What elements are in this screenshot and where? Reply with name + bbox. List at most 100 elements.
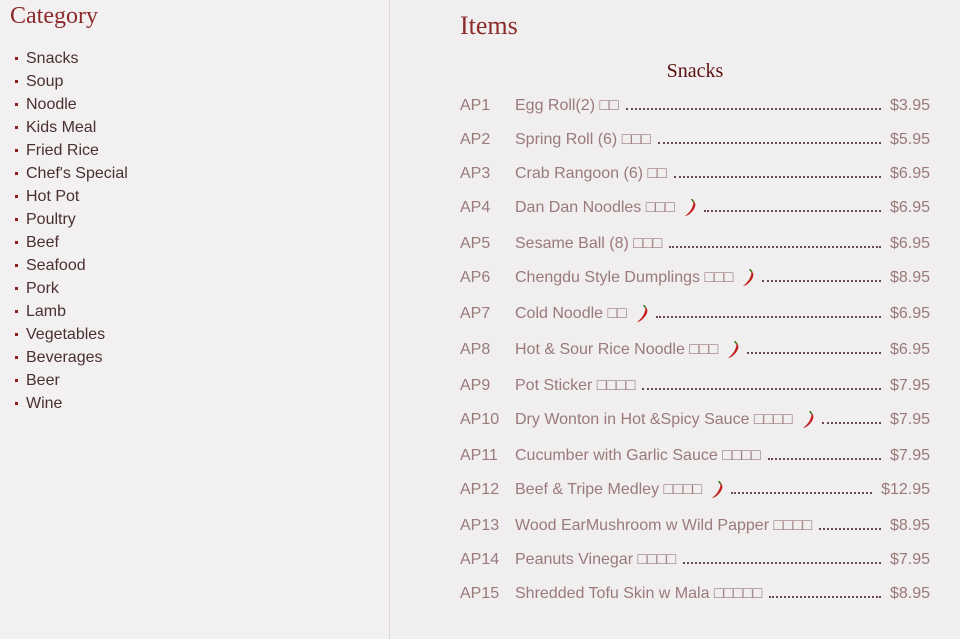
dot-leader (703, 210, 881, 212)
item-code: AP13 (460, 517, 500, 534)
item-price: $5.95 (889, 131, 930, 148)
dot-leader (747, 352, 881, 354)
category-item-kids-meal[interactable]: Kids Meal (14, 116, 128, 139)
category-item-vegetables[interactable]: Vegetables (14, 323, 128, 346)
item-name: Wood EarMushroom w Wild Papper □□□□ (515, 517, 813, 534)
category-item-beef[interactable]: Beef (14, 231, 128, 254)
chili-pepper-icon (710, 480, 724, 500)
menu-item-row[interactable]: AP5 Sesame Ball (8) □□□ $6.95 (460, 232, 930, 256)
item-name: Egg Roll(2) □□ (515, 97, 619, 114)
dot-leader (642, 388, 881, 390)
item-name: Hot & Sour Rice Noodle □□□ (515, 341, 719, 358)
category-item-seafood[interactable]: Seafood (14, 254, 128, 277)
category-item-poultry[interactable]: Poultry (14, 208, 128, 231)
menu-item-row[interactable]: AP9 Pot Sticker □□□□ $7.95 (460, 374, 930, 398)
item-name: Dan Dan Noodles □□□ (515, 199, 675, 216)
menu-item-row[interactable]: AP7 Cold Noodle □□ $6.95 (460, 302, 930, 326)
item-price: $7.95 (889, 447, 930, 464)
item-price: $8.95 (889, 517, 930, 534)
chili-pepper-icon (726, 340, 740, 360)
category-sidebar: Category Snacks Soup Noodle Kids Meal Fr… (0, 0, 390, 639)
item-code: AP3 (460, 165, 491, 182)
item-price: $6.95 (889, 341, 930, 358)
menu-item-row[interactable]: AP15 Shredded Tofu Skin w Mala □□□□□ $8.95 (460, 582, 930, 606)
items-heading: Items (460, 11, 518, 40)
category-list: Snacks Soup Noodle Kids Meal Fried Rice … (14, 47, 128, 415)
menu-item-row[interactable]: AP1 Egg Roll(2) □□ $3.95 (460, 94, 930, 118)
items-panel: Items Snacks AP1 Egg Roll(2) □□ $3.95 AP2 Sp… (390, 0, 960, 639)
category-item-hot-pot[interactable]: Hot Pot (14, 185, 128, 208)
item-code: AP1 (460, 97, 491, 114)
item-name: Crab Rangoon (6) □□ (515, 165, 667, 182)
menu-item-row[interactable]: AP2 Spring Roll (6) □□□ $5.95 (460, 128, 930, 152)
category-item-chefs-special[interactable]: Chef's Special (14, 162, 128, 185)
item-name: Chengdu Style Dumplings □□□ (515, 269, 734, 286)
item-price: $7.95 (889, 411, 930, 428)
item-price: $3.95 (889, 97, 930, 114)
menu-item-row[interactable]: AP12 Beef & Tripe Medley □□□□ $12.95 (460, 478, 930, 502)
item-code: AP11 (460, 447, 498, 464)
dot-leader (819, 528, 881, 530)
dot-leader (821, 422, 881, 424)
chili-pepper-icon (741, 268, 755, 288)
item-price: $6.95 (889, 165, 930, 182)
dot-leader (731, 492, 873, 494)
section-title: Snacks (666, 60, 724, 82)
dot-leader (655, 316, 881, 318)
item-code: AP15 (460, 585, 500, 602)
item-code: AP7 (460, 305, 491, 322)
dot-leader (762, 280, 881, 282)
item-name: Dry Wonton in Hot &Spicy Sauce □□□□ (515, 411, 793, 428)
dot-leader (673, 176, 881, 178)
item-code: AP4 (460, 199, 491, 216)
menu-item-row[interactable]: AP3 Crab Rangoon (6) □□ $6.95 (460, 162, 930, 186)
dot-leader (657, 142, 881, 144)
chili-pepper-icon (683, 198, 697, 218)
category-item-beer[interactable]: Beer (14, 369, 128, 392)
category-item-beverages[interactable]: Beverages (14, 346, 128, 369)
dot-leader (683, 562, 881, 564)
category-item-noodle[interactable]: Noodle (14, 93, 128, 116)
item-name: Pot Sticker □□□□ (515, 377, 636, 394)
item-name: Cold Noodle □□ (515, 305, 627, 322)
item-price: $6.95 (889, 305, 930, 322)
category-item-snacks[interactable]: Snacks (14, 47, 128, 70)
item-name: Sesame Ball (8) □□□ (515, 235, 663, 252)
category-item-soup[interactable]: Soup (14, 70, 128, 93)
item-price: $7.95 (889, 377, 930, 394)
menu-item-row[interactable]: AP11 Cucumber with Garlic Sauce □□□□ $7.95 (460, 444, 930, 468)
menu-item-row[interactable]: AP14 Peanuts Vinegar □□□□ $7.95 (460, 548, 930, 572)
item-code: AP10 (460, 411, 500, 428)
item-price: $7.95 (889, 551, 930, 568)
category-item-wine[interactable]: Wine (14, 392, 128, 415)
item-name: Peanuts Vinegar □□□□ (515, 551, 677, 568)
item-price: $8.95 (889, 269, 930, 286)
category-item-fried-rice[interactable]: Fried Rice (14, 139, 128, 162)
item-code: AP8 (460, 341, 491, 358)
item-code: AP9 (460, 377, 491, 394)
menu-item-row[interactable]: AP6 Chengdu Style Dumplings □□□ $8.95 (460, 266, 930, 290)
item-price: $6.95 (889, 235, 930, 252)
menu-item-row[interactable]: AP13 Wood EarMushroom w Wild Papper □□□□ $… (460, 514, 930, 538)
category-heading: Category (10, 3, 98, 29)
item-code: AP5 (460, 235, 491, 252)
dot-leader (769, 596, 881, 598)
item-name: Beef & Tripe Medley □□□□ (515, 481, 703, 498)
chili-pepper-icon (635, 304, 649, 324)
item-price: $8.95 (889, 585, 930, 602)
menu-item-row[interactable]: AP10 Dry Wonton in Hot &Spicy Sauce □□□□ $… (460, 408, 930, 432)
chili-pepper-icon (801, 410, 815, 430)
item-code: AP2 (460, 131, 491, 148)
item-code: AP12 (460, 481, 500, 498)
menu-item-row[interactable]: AP4 Dan Dan Noodles □□□ $6.95 (460, 196, 930, 220)
dot-leader (625, 108, 881, 110)
item-name: Spring Roll (6) □□□ (515, 131, 651, 148)
item-code: AP14 (460, 551, 500, 568)
menu-item-row[interactable]: AP8 Hot & Sour Rice Noodle □□□ $6.95 (460, 338, 930, 362)
item-code: AP6 (460, 269, 491, 286)
item-name: Shredded Tofu Skin w Mala □□□□□ (515, 585, 763, 602)
dot-leader (767, 458, 881, 460)
category-item-pork[interactable]: Pork (14, 277, 128, 300)
category-item-lamb[interactable]: Lamb (14, 300, 128, 323)
item-price: $12.95 (881, 481, 930, 498)
